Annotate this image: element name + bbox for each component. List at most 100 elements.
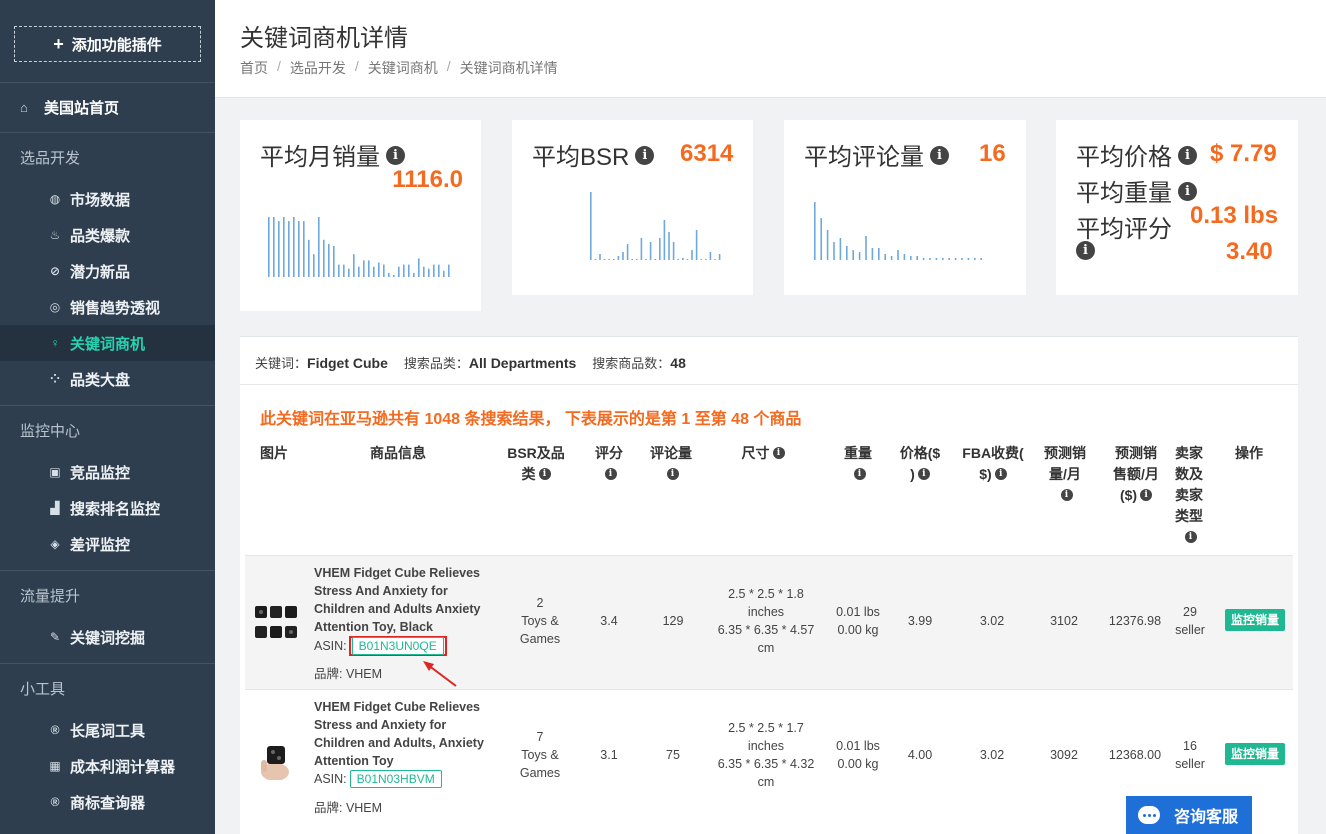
header-price[interactable]: 价格($) i	[895, 443, 945, 485]
info-icon[interactable]: i	[1178, 182, 1197, 202]
table-row: VHEM Fidget Cube Relieves Stress And Anx…	[245, 555, 1293, 689]
header-rating[interactable]: 评分 i	[590, 443, 628, 485]
header-bsr[interactable]: BSR及品类 i	[500, 443, 572, 485]
breadcrumb-product-dev[interactable]: 选品开发	[290, 58, 346, 78]
brand: 品牌: VHEM	[314, 667, 383, 681]
size-line: cm	[757, 641, 775, 655]
sparkline-bar	[622, 252, 624, 260]
header-weight[interactable]: 重量 i	[838, 443, 878, 485]
sparkline-bar	[413, 272, 415, 277]
header-size[interactable]: 尺寸 i	[728, 443, 798, 464]
stat-label-text: 平均月销量	[260, 144, 380, 171]
stat-card-monthly-sales: 平均月销量 i 1116.0	[240, 120, 481, 311]
info-icon[interactable]: i	[386, 146, 405, 166]
sidebar-item-trademark-search[interactable]: ® 商标查询器	[0, 784, 215, 820]
sidebar-item-profit-calculator[interactable]: ▦ 成本利润计算器	[0, 748, 215, 784]
sidebar-item-longtail-tool[interactable]: ® 长尾词工具	[0, 712, 215, 748]
sidebar-item-category-hits[interactable]: ♨ 品类爆款	[0, 217, 215, 253]
asin-link[interactable]: B01N03HBVM	[349, 770, 442, 788]
header-image: 图片	[260, 445, 288, 461]
sparkline-bar	[659, 238, 661, 260]
sidebar-item-home[interactable]: ⌂ 美国站首页	[0, 82, 215, 132]
stat-value-price: $ 7.79	[1210, 140, 1277, 167]
sidebar-item-category-overview[interactable]: ⁘ 品类大盘	[0, 361, 215, 397]
sparkline-bar	[668, 232, 670, 260]
sparkline-bar	[594, 259, 597, 260]
sidebar-item-label: 品类爆款	[70, 227, 131, 245]
page-header: 关键词商机详情 首页 / 选品开发 / 关键词商机 / 关键词商机详情	[215, 0, 1326, 98]
product-name[interactable]: VHEM Fidget Cube Relieves Stress And Anx…	[314, 564, 494, 636]
sidebar-item-competitor-monitor[interactable]: ▣ 竞品监控	[0, 454, 215, 490]
sparkline-bar	[383, 264, 385, 277]
pred-revenue-cell: 12368.00	[1108, 748, 1162, 762]
sidebar-item-rank-monitor[interactable]: ▟ 搜索排名监控	[0, 490, 215, 526]
info-icon[interactable]: i	[635, 146, 655, 166]
info-icon[interactable]: i	[930, 146, 949, 166]
sidebar-item-keyword-opportunity[interactable]: ♀ 关键词商机	[0, 325, 215, 361]
sidebar-group-title: 选品开发	[20, 149, 81, 167]
info-icon[interactable]: i	[994, 468, 1007, 481]
stat-card-price-weight-rating: 平均价格 i $ 7.79 平均重量 i 0.13 lbs 平均评分 i 3.40	[1056, 120, 1298, 295]
info-icon[interactable]: i	[1184, 531, 1197, 544]
stat-value-rating: 3.40	[1226, 238, 1273, 265]
sidebar-item-label: 销售趋势透视	[70, 299, 161, 317]
monitor-sales-button[interactable]: 监控销量	[1225, 609, 1285, 631]
sparkline-bar	[626, 244, 629, 260]
monitor-sales-button[interactable]: 监控销量	[1225, 743, 1285, 765]
customer-service-chat-button[interactable]: 咨询客服	[1126, 796, 1252, 834]
sidebar-item-label: 长尾词工具	[70, 722, 146, 740]
asin-line: ASIN: B01N03HBVM	[314, 770, 442, 788]
sparkline-bar	[654, 259, 656, 260]
header-pred-revenue[interactable]: 预测销 售额/月 ($) i	[1100, 443, 1172, 506]
info-icon[interactable]: i	[1060, 489, 1073, 502]
info-icon[interactable]: i	[666, 468, 679, 481]
sparkline-bar	[343, 264, 345, 277]
info-icon[interactable]: i	[853, 468, 866, 481]
breadcrumb-separator: /	[446, 58, 451, 74]
sparkline-bar	[613, 259, 615, 260]
size-line: 6.35 * 6.35 * 4.32	[717, 757, 815, 771]
info-icon[interactable]: i	[604, 468, 617, 481]
sidebar-item-market-data[interactable]: ◍ 市场数据	[0, 181, 215, 217]
info-icon[interactable]: i	[1076, 241, 1095, 260]
add-plugin-button[interactable]: + 添加功能插件	[14, 26, 201, 62]
sellers-cell: 29 seller	[1170, 603, 1210, 639]
stat-value: 1116.0	[392, 166, 463, 193]
sparkline-bar	[814, 202, 816, 260]
asin-link[interactable]: B01N3UN0QE	[351, 637, 444, 655]
stat-label-text: 平均重量	[1076, 180, 1172, 207]
info-icon[interactable]: i	[1178, 146, 1197, 166]
weight-line: 0.00 kg	[837, 623, 879, 637]
sales-sparkline	[268, 217, 450, 277]
sparkline-bar	[338, 264, 340, 277]
sparkline-bar	[929, 258, 931, 260]
sidebar-group-title: 流量提升	[20, 587, 81, 605]
product-thumbnail[interactable]	[253, 734, 299, 780]
sidebar-item-sales-trend[interactable]: ◎ 销售趋势透视	[0, 289, 215, 325]
sparkline-bar	[423, 266, 425, 277]
product-thumbnail[interactable]	[253, 600, 299, 646]
info-icon[interactable]: i	[538, 468, 551, 481]
header-sellers[interactable]: 卖家 数及 卖家 类型 i	[1170, 443, 1208, 548]
sidebar-item-label: 美国站首页	[44, 100, 120, 117]
breadcrumb-keyword-opportunity[interactable]: 关键词商机	[368, 58, 438, 78]
sidebar-item-keyword-mining[interactable]: ✎ 关键词挖掘	[0, 619, 215, 655]
globe-icon: ◍	[49, 192, 61, 206]
header-reviews[interactable]: 评论量 i	[642, 443, 700, 485]
sparkline-bar	[318, 217, 320, 277]
sidebar-group-title: 小工具	[20, 680, 66, 698]
info-icon[interactable]: i	[1140, 489, 1153, 502]
header-fba[interactable]: FBA收费($) i	[958, 443, 1028, 485]
header-pred-sales[interactable]: 预测销 量/月 i	[1038, 443, 1092, 506]
size-cell: 2.5 * 2.5 * 1.7 inches 6.35 * 6.35 * 4.3…	[710, 719, 822, 791]
sidebar-item-new-products[interactable]: ⊘ 潜力新品	[0, 253, 215, 289]
product-name[interactable]: VHEM Fidget Cube Relieves Stress and Anx…	[314, 698, 494, 770]
category-value: All Departments	[468, 355, 577, 371]
sparkline-bar	[363, 260, 365, 277]
asin-label: ASIN:	[314, 639, 347, 653]
weight-line: 0.01 lbs	[836, 739, 880, 753]
info-icon[interactable]: i	[772, 447, 785, 460]
breadcrumb-home[interactable]: 首页	[240, 58, 268, 78]
sidebar-item-negative-review-monitor[interactable]: ◈ 差评监控	[0, 526, 215, 562]
info-icon[interactable]: i	[917, 468, 930, 481]
